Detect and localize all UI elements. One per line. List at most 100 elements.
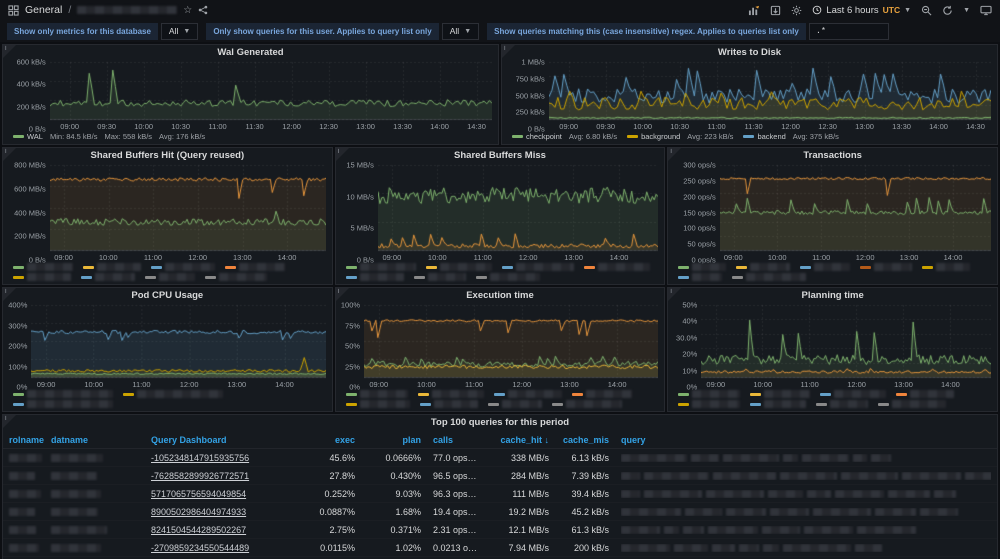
refresh-icon[interactable] [942,5,953,16]
legend-entry[interactable] [419,400,478,408]
query-dashboard-link[interactable]: -2709859234550544489 [151,543,249,553]
transactions-chart[interactable] [719,163,991,252]
legend-entry[interactable] [13,263,73,271]
legend-entry[interactable] [205,273,267,281]
panel-info-icon[interactable]: i [335,288,349,301]
legend-entry[interactable] [83,263,141,271]
legend-entry[interactable] [678,400,741,408]
legend-entry[interactable] [145,273,195,281]
legend-entry[interactable] [860,263,913,271]
export-icon[interactable] [770,5,781,16]
column-header-query[interactable]: query [615,435,997,445]
legend-entry[interactable] [413,273,466,281]
legend-entry[interactable] [878,400,947,408]
legend-entry[interactable] [475,273,540,281]
planning-time-chart[interactable] [701,303,991,379]
legend-entry[interactable]: backend Avg: 375 kB/s [743,132,839,141]
panel-info-icon[interactable]: i [335,148,349,161]
legend-entry[interactable] [678,273,723,281]
column-header-plan[interactable]: plan [361,435,427,445]
gear-icon[interactable] [791,5,802,16]
legend-entry[interactable] [736,263,791,271]
legend-entry[interactable] [13,400,113,408]
legend-entry[interactable] [13,273,71,281]
panel-title[interactable]: Top 100 queries for this period [3,415,997,431]
legend-entry[interactable] [345,400,410,408]
legend-entry[interactable] [732,273,807,281]
time-range-picker[interactable]: Last 6 hours UTC ▼ [812,5,911,16]
legend-entry[interactable] [922,263,971,271]
column-header-cache-hit[interactable]: cache_hit ↓ [485,435,555,445]
dashboard-title-redacted[interactable] [77,6,178,14]
legend-entry[interactable] [345,273,404,281]
redacted-legend-label [764,390,811,398]
legend-entry[interactable] [151,263,215,271]
panel-info-icon[interactable]: i [3,415,16,428]
query-dashboard-link[interactable]: -7628582899926772571 [151,471,249,481]
column-header-rolname[interactable]: rolname [3,435,45,445]
legend-entry[interactable] [493,390,562,398]
panel-title[interactable]: Wal Generated [3,45,498,60]
column-header-calls[interactable]: calls [427,435,485,445]
legend-entry[interactable] [487,400,542,408]
query-dashboard-link[interactable]: 8900502986404974933 [151,507,246,517]
nav-actions: Last 6 hours UTC ▼ ▼ [748,5,992,16]
apps-grid-icon[interactable] [8,4,19,16]
query-dashboard-link[interactable]: 5717065756594049854 [151,489,246,499]
legend-series-stat: Avg: 375 kB/s [792,132,839,141]
legend-entry[interactable] [750,400,807,408]
analytics-icon[interactable] [748,5,760,16]
legend-entry[interactable] [678,263,727,271]
column-header-query-dashboard[interactable]: Query Dashboard [145,435,297,445]
db-filter-dropdown[interactable]: All ▼ [160,22,199,40]
legend-entry[interactable] [425,263,492,271]
panel-info-icon[interactable]: i [668,288,682,301]
refresh-interval-caret[interactable]: ▼ [963,7,970,14]
legend-entry[interactable] [81,273,135,281]
writes-to-disk-chart[interactable] [548,60,991,121]
legend-entry[interactable] [750,390,811,398]
legend-entry[interactable] [123,390,223,398]
legend-entry[interactable] [820,390,887,398]
panel-title[interactable]: Shared Buffers Miss [336,148,665,163]
legend-entry[interactable] [417,390,484,398]
legend-entry[interactable] [225,263,285,271]
panel-title[interactable]: Planning time [668,288,997,303]
shared-buffers-hit-chart[interactable] [49,163,326,252]
panel-title[interactable]: Writes to Disk [502,45,997,60]
zoom-out-icon[interactable] [921,5,932,16]
kiosk-monitor-icon[interactable] [980,5,992,16]
panel-title[interactable]: Shared Buffers Hit (Query reused) [3,148,332,163]
column-header-cache-mis[interactable]: cache_mis [555,435,615,445]
breadcrumb-section[interactable]: General [25,4,62,16]
star-icon[interactable]: ☆ [183,5,192,16]
query-dashboard-link[interactable]: -1052348147915935756 [151,453,249,463]
panel-title[interactable]: Transactions [668,148,997,163]
shared-buffers-miss-chart[interactable] [377,163,659,252]
panel-info-icon[interactable]: i [3,148,16,161]
share-icon[interactable] [198,5,208,15]
panel-title[interactable]: Execution time [336,288,665,303]
legend-entry[interactable] [583,263,650,271]
panel-info-icon[interactable]: i [668,148,682,161]
panel-info-icon[interactable]: i [3,45,16,58]
panel-info-icon[interactable]: i [502,45,515,58]
legend-entry[interactable] [551,400,622,408]
panel-info-icon[interactable]: i [3,288,16,301]
pod-cpu-usage-chart[interactable] [31,303,326,379]
legend-entry[interactable] [896,390,955,398]
column-header-exec[interactable]: exec [297,435,361,445]
user-filter-dropdown[interactable]: All ▼ [441,22,480,40]
wal-generated-chart[interactable] [49,60,492,121]
column-header-datname[interactable]: datname [45,435,145,445]
legend-entry[interactable] [501,263,574,271]
legend-entry[interactable] [13,390,113,398]
regex-filter-input[interactable] [808,22,889,40]
panel-title[interactable]: Pod CPU Usage [3,288,332,303]
execution-time-chart[interactable] [364,303,659,379]
legend-entry[interactable] [800,263,851,271]
legend-entry[interactable] [816,400,869,408]
legend-entry[interactable] [571,390,632,398]
query-dashboard-link[interactable]: 8241504544289502267 [151,525,246,535]
legend-entry[interactable]: background Avg: 223 kB/s [627,132,733,141]
